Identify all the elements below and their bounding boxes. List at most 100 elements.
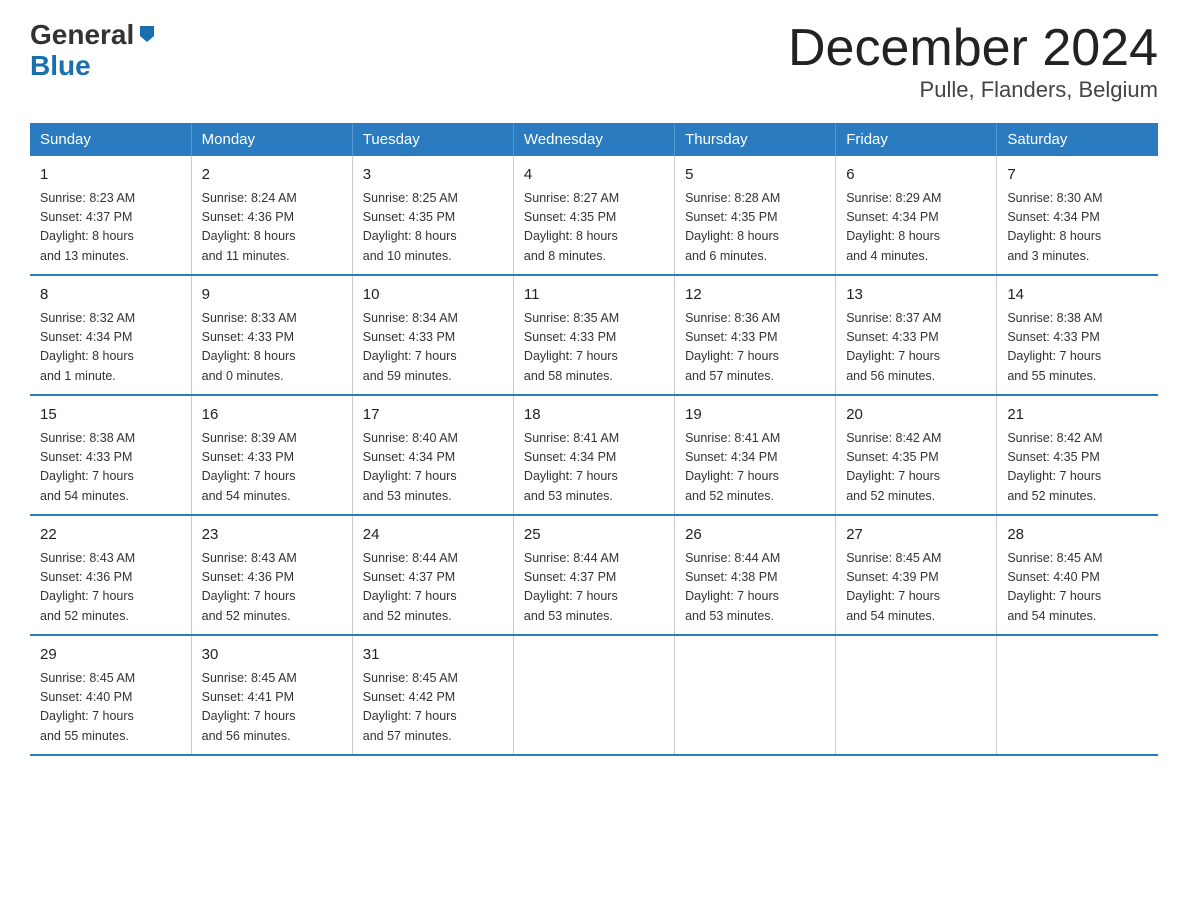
- calendar-cell: 28Sunrise: 8:45 AM Sunset: 4:40 PM Dayli…: [997, 515, 1158, 635]
- day-number: 6: [846, 164, 986, 187]
- day-info: Sunrise: 8:38 AM Sunset: 4:33 PM Dayligh…: [1007, 309, 1148, 387]
- calendar-cell: 9Sunrise: 8:33 AM Sunset: 4:33 PM Daylig…: [191, 275, 352, 395]
- day-info: Sunrise: 8:45 AM Sunset: 4:40 PM Dayligh…: [1007, 549, 1148, 627]
- calendar-cell: 29Sunrise: 8:45 AM Sunset: 4:40 PM Dayli…: [30, 635, 191, 755]
- day-number: 4: [524, 164, 664, 187]
- day-number: 11: [524, 284, 664, 307]
- day-info: Sunrise: 8:25 AM Sunset: 4:35 PM Dayligh…: [363, 189, 503, 267]
- calendar-week-2: 8Sunrise: 8:32 AM Sunset: 4:34 PM Daylig…: [30, 275, 1158, 395]
- day-info: Sunrise: 8:41 AM Sunset: 4:34 PM Dayligh…: [524, 429, 664, 507]
- calendar-cell: 24Sunrise: 8:44 AM Sunset: 4:37 PM Dayli…: [352, 515, 513, 635]
- calendar-subtitle: Pulle, Flanders, Belgium: [788, 77, 1158, 103]
- logo-arrow-icon: [136, 22, 158, 49]
- day-number: 5: [685, 164, 825, 187]
- calendar-title: December 2024: [788, 20, 1158, 77]
- column-header-tuesday: Tuesday: [352, 123, 513, 156]
- day-info: Sunrise: 8:36 AM Sunset: 4:33 PM Dayligh…: [685, 309, 825, 387]
- day-number: 2: [202, 164, 342, 187]
- day-number: 26: [685, 524, 825, 547]
- day-info: Sunrise: 8:40 AM Sunset: 4:34 PM Dayligh…: [363, 429, 503, 507]
- calendar-cell: 20Sunrise: 8:42 AM Sunset: 4:35 PM Dayli…: [836, 395, 997, 515]
- calendar-cell: 10Sunrise: 8:34 AM Sunset: 4:33 PM Dayli…: [352, 275, 513, 395]
- calendar-cell: 19Sunrise: 8:41 AM Sunset: 4:34 PM Dayli…: [675, 395, 836, 515]
- calendar-cell: 3Sunrise: 8:25 AM Sunset: 4:35 PM Daylig…: [352, 156, 513, 275]
- day-number: 22: [40, 524, 181, 547]
- day-info: Sunrise: 8:44 AM Sunset: 4:37 PM Dayligh…: [524, 549, 664, 627]
- logo-general-text: General: [30, 20, 134, 51]
- calendar-cell: 23Sunrise: 8:43 AM Sunset: 4:36 PM Dayli…: [191, 515, 352, 635]
- day-number: 10: [363, 284, 503, 307]
- calendar-header-row: SundayMondayTuesdayWednesdayThursdayFrid…: [30, 123, 1158, 156]
- calendar-week-3: 15Sunrise: 8:38 AM Sunset: 4:33 PM Dayli…: [30, 395, 1158, 515]
- day-info: Sunrise: 8:34 AM Sunset: 4:33 PM Dayligh…: [363, 309, 503, 387]
- calendar-cell: 25Sunrise: 8:44 AM Sunset: 4:37 PM Dayli…: [513, 515, 674, 635]
- day-number: 31: [363, 644, 503, 667]
- day-info: Sunrise: 8:42 AM Sunset: 4:35 PM Dayligh…: [1007, 429, 1148, 507]
- day-number: 14: [1007, 284, 1148, 307]
- day-number: 16: [202, 404, 342, 427]
- calendar-cell: 13Sunrise: 8:37 AM Sunset: 4:33 PM Dayli…: [836, 275, 997, 395]
- day-number: 24: [363, 524, 503, 547]
- day-number: 9: [202, 284, 342, 307]
- calendar-cell: 27Sunrise: 8:45 AM Sunset: 4:39 PM Dayli…: [836, 515, 997, 635]
- day-info: Sunrise: 8:45 AM Sunset: 4:41 PM Dayligh…: [202, 669, 342, 747]
- calendar-cell: 14Sunrise: 8:38 AM Sunset: 4:33 PM Dayli…: [997, 275, 1158, 395]
- calendar-table: SundayMondayTuesdayWednesdayThursdayFrid…: [30, 123, 1158, 756]
- column-header-friday: Friday: [836, 123, 997, 156]
- day-number: 28: [1007, 524, 1148, 547]
- day-info: Sunrise: 8:45 AM Sunset: 4:42 PM Dayligh…: [363, 669, 503, 747]
- calendar-cell: [675, 635, 836, 755]
- calendar-cell: 2Sunrise: 8:24 AM Sunset: 4:36 PM Daylig…: [191, 156, 352, 275]
- day-number: 17: [363, 404, 503, 427]
- page-header: General Blue December 2024 Pulle, Flande…: [30, 20, 1158, 103]
- calendar-week-1: 1Sunrise: 8:23 AM Sunset: 4:37 PM Daylig…: [30, 156, 1158, 275]
- day-info: Sunrise: 8:29 AM Sunset: 4:34 PM Dayligh…: [846, 189, 986, 267]
- title-block: December 2024 Pulle, Flanders, Belgium: [788, 20, 1158, 103]
- day-info: Sunrise: 8:32 AM Sunset: 4:34 PM Dayligh…: [40, 309, 181, 387]
- day-number: 25: [524, 524, 664, 547]
- calendar-cell: 18Sunrise: 8:41 AM Sunset: 4:34 PM Dayli…: [513, 395, 674, 515]
- calendar-cell: 7Sunrise: 8:30 AM Sunset: 4:34 PM Daylig…: [997, 156, 1158, 275]
- day-info: Sunrise: 8:23 AM Sunset: 4:37 PM Dayligh…: [40, 189, 181, 267]
- day-info: Sunrise: 8:45 AM Sunset: 4:39 PM Dayligh…: [846, 549, 986, 627]
- day-number: 23: [202, 524, 342, 547]
- day-number: 20: [846, 404, 986, 427]
- calendar-cell: 22Sunrise: 8:43 AM Sunset: 4:36 PM Dayli…: [30, 515, 191, 635]
- column-header-saturday: Saturday: [997, 123, 1158, 156]
- calendar-cell: 8Sunrise: 8:32 AM Sunset: 4:34 PM Daylig…: [30, 275, 191, 395]
- calendar-cell: 26Sunrise: 8:44 AM Sunset: 4:38 PM Dayli…: [675, 515, 836, 635]
- column-header-wednesday: Wednesday: [513, 123, 674, 156]
- calendar-cell: 12Sunrise: 8:36 AM Sunset: 4:33 PM Dayli…: [675, 275, 836, 395]
- day-info: Sunrise: 8:38 AM Sunset: 4:33 PM Dayligh…: [40, 429, 181, 507]
- day-info: Sunrise: 8:33 AM Sunset: 4:33 PM Dayligh…: [202, 309, 342, 387]
- day-number: 21: [1007, 404, 1148, 427]
- day-info: Sunrise: 8:43 AM Sunset: 4:36 PM Dayligh…: [202, 549, 342, 627]
- day-info: Sunrise: 8:43 AM Sunset: 4:36 PM Dayligh…: [40, 549, 181, 627]
- day-info: Sunrise: 8:28 AM Sunset: 4:35 PM Dayligh…: [685, 189, 825, 267]
- column-header-sunday: Sunday: [30, 123, 191, 156]
- day-number: 3: [363, 164, 503, 187]
- day-info: Sunrise: 8:37 AM Sunset: 4:33 PM Dayligh…: [846, 309, 986, 387]
- calendar-cell: 21Sunrise: 8:42 AM Sunset: 4:35 PM Dayli…: [997, 395, 1158, 515]
- calendar-cell: [836, 635, 997, 755]
- day-number: 13: [846, 284, 986, 307]
- day-info: Sunrise: 8:41 AM Sunset: 4:34 PM Dayligh…: [685, 429, 825, 507]
- calendar-cell: 6Sunrise: 8:29 AM Sunset: 4:34 PM Daylig…: [836, 156, 997, 275]
- day-number: 1: [40, 164, 181, 187]
- day-info: Sunrise: 8:44 AM Sunset: 4:38 PM Dayligh…: [685, 549, 825, 627]
- day-info: Sunrise: 8:39 AM Sunset: 4:33 PM Dayligh…: [202, 429, 342, 507]
- day-info: Sunrise: 8:44 AM Sunset: 4:37 PM Dayligh…: [363, 549, 503, 627]
- day-number: 7: [1007, 164, 1148, 187]
- day-info: Sunrise: 8:24 AM Sunset: 4:36 PM Dayligh…: [202, 189, 342, 267]
- day-info: Sunrise: 8:30 AM Sunset: 4:34 PM Dayligh…: [1007, 189, 1148, 267]
- calendar-cell: 4Sunrise: 8:27 AM Sunset: 4:35 PM Daylig…: [513, 156, 674, 275]
- day-number: 19: [685, 404, 825, 427]
- calendar-cell: 31Sunrise: 8:45 AM Sunset: 4:42 PM Dayli…: [352, 635, 513, 755]
- column-header-monday: Monday: [191, 123, 352, 156]
- day-info: Sunrise: 8:42 AM Sunset: 4:35 PM Dayligh…: [846, 429, 986, 507]
- calendar-cell: 5Sunrise: 8:28 AM Sunset: 4:35 PM Daylig…: [675, 156, 836, 275]
- day-info: Sunrise: 8:35 AM Sunset: 4:33 PM Dayligh…: [524, 309, 664, 387]
- logo-blue-text: Blue: [30, 50, 91, 81]
- calendar-cell: 15Sunrise: 8:38 AM Sunset: 4:33 PM Dayli…: [30, 395, 191, 515]
- day-number: 8: [40, 284, 181, 307]
